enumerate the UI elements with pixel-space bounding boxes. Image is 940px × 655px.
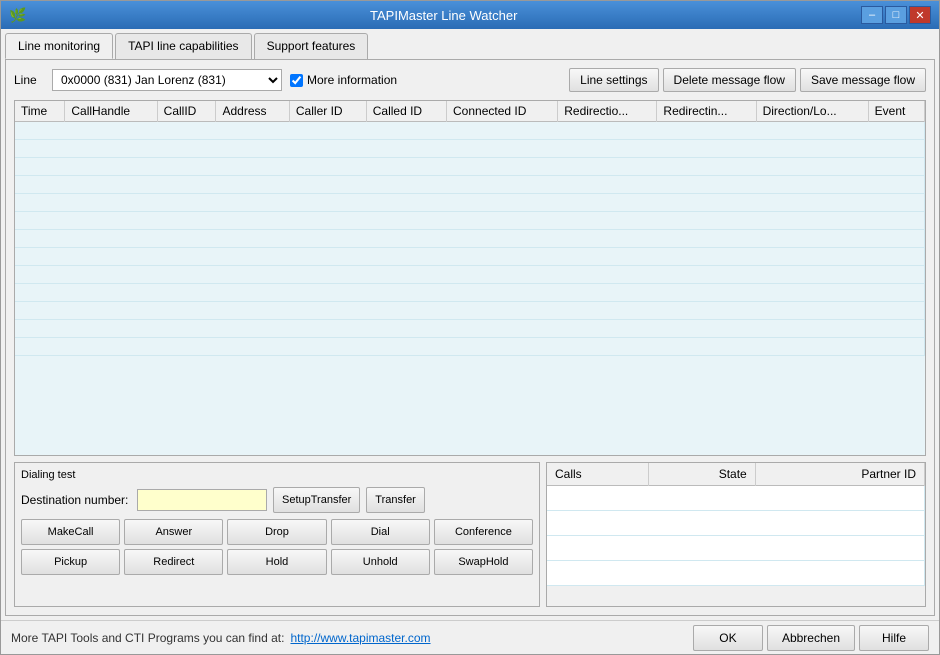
cancel-button[interactable]: Abbrechen (767, 625, 855, 651)
calls-table-header: Calls State Partner ID (547, 463, 925, 486)
col-callhandle: CallHandle (65, 101, 157, 122)
restore-button[interactable]: □ (885, 6, 907, 24)
table-row (547, 511, 925, 536)
footer-link[interactable]: http://www.tapimaster.com (290, 631, 430, 645)
event-table: Time CallHandle CallID Address Caller ID… (15, 101, 925, 356)
col-event: Event (868, 101, 924, 122)
col-direction: Direction/Lo... (756, 101, 868, 122)
calls-header-row: Calls State Partner ID (547, 463, 925, 486)
footer-buttons: OK Abbrechen Hilfe (693, 625, 929, 651)
line-settings-button[interactable]: Line settings (569, 68, 658, 92)
tab-bar: Line monitoring TAPI line capabilities S… (5, 33, 935, 59)
line-row: Line 0x0000 (831) Jan Lorenz (831) More … (14, 68, 926, 92)
dialing-test-panel: Dialing test Destination number: SetupTr… (14, 462, 540, 607)
save-message-flow-button[interactable]: Save message flow (800, 68, 926, 92)
table-row (15, 248, 925, 266)
col-time: Time (15, 101, 65, 122)
footer: More TAPI Tools and CTI Programs you can… (1, 620, 939, 654)
dest-number-label: Destination number: (21, 493, 131, 507)
conference-button[interactable]: Conference (434, 519, 533, 545)
tab-tapi-capabilities[interactable]: TAPI line capabilities (115, 33, 252, 59)
ok-button[interactable]: OK (693, 625, 763, 651)
table-row (15, 212, 925, 230)
table-row (15, 338, 925, 356)
table-row (15, 320, 925, 338)
toolbar-buttons: Line settings Delete message flow Save m… (569, 68, 926, 92)
table-row (15, 266, 925, 284)
event-table-header: Time CallHandle CallID Address Caller ID… (15, 101, 925, 122)
help-button[interactable]: Hilfe (859, 625, 929, 651)
table-row (547, 561, 925, 586)
title-bar: 🌿 TAPIMaster Line Watcher – □ ✕ (1, 1, 939, 29)
unhold-button[interactable]: Unhold (331, 549, 430, 575)
content-area: Line monitoring TAPI line capabilities S… (1, 29, 939, 620)
table-row (15, 140, 925, 158)
setup-transfer-button[interactable]: SetupTransfer (273, 487, 360, 513)
table-row (15, 122, 925, 140)
event-table-container[interactable]: Time CallHandle CallID Address Caller ID… (14, 100, 926, 456)
bottom-section: Dialing test Destination number: SetupTr… (14, 462, 926, 607)
answer-button[interactable]: Answer (124, 519, 223, 545)
window-controls: – □ ✕ (861, 6, 931, 24)
col-partner-id: Partner ID (755, 463, 924, 486)
pickup-button[interactable]: Pickup (21, 549, 120, 575)
col-redirectin: Redirectin... (657, 101, 756, 122)
transfer-button[interactable]: Transfer (366, 487, 425, 513)
table-row (15, 176, 925, 194)
calls-panel: Calls State Partner ID (546, 462, 926, 607)
col-address: Address (216, 101, 289, 122)
more-info-checkbox[interactable] (290, 74, 303, 87)
dial-button[interactable]: Dial (331, 519, 430, 545)
tab-content-line-monitoring: Line 0x0000 (831) Jan Lorenz (831) More … (5, 59, 935, 616)
makecall-button[interactable]: MakeCall (21, 519, 120, 545)
main-table-area: Time CallHandle CallID Address Caller ID… (14, 100, 926, 607)
swaphold-button[interactable]: SwapHold (434, 549, 533, 575)
col-redirectio: Redirectio... (558, 101, 657, 122)
dialing-test-title: Dialing test (21, 469, 533, 481)
event-table-body (15, 122, 925, 356)
table-row (547, 486, 925, 511)
table-row (15, 284, 925, 302)
col-caller-id: Caller ID (289, 101, 366, 122)
more-info-label: More information (307, 73, 397, 87)
table-row (15, 194, 925, 212)
col-callid: CallID (157, 101, 216, 122)
more-info-checkbox-label[interactable]: More information (290, 73, 397, 87)
drop-button[interactable]: Drop (227, 519, 326, 545)
delete-message-flow-button[interactable]: Delete message flow (663, 68, 796, 92)
tab-support-features[interactable]: Support features (254, 33, 369, 59)
table-row (15, 302, 925, 320)
col-calls: Calls (547, 463, 649, 486)
calls-table: Calls State Partner ID (547, 463, 925, 586)
footer-text: More TAPI Tools and CTI Programs you can… (11, 631, 284, 645)
line-label: Line (14, 73, 44, 87)
hold-button[interactable]: Hold (227, 549, 326, 575)
col-state: State (649, 463, 755, 486)
close-button[interactable]: ✕ (909, 6, 931, 24)
tab-line-monitoring[interactable]: Line monitoring (5, 33, 113, 59)
table-row (15, 230, 925, 248)
header-row: Time CallHandle CallID Address Caller ID… (15, 101, 925, 122)
table-row (15, 158, 925, 176)
minimize-button[interactable]: – (861, 6, 883, 24)
calls-table-body (547, 486, 925, 586)
redirect-button[interactable]: Redirect (124, 549, 223, 575)
col-called-id: Called ID (366, 101, 446, 122)
col-connected-id: Connected ID (447, 101, 558, 122)
window-icon: 🌿 (9, 7, 26, 24)
line-select[interactable]: 0x0000 (831) Jan Lorenz (831) (52, 69, 282, 91)
main-window: 🌿 TAPIMaster Line Watcher – □ ✕ Line mon… (0, 0, 940, 655)
table-row (547, 536, 925, 561)
destination-row: Destination number: SetupTransfer Transf… (21, 487, 533, 513)
window-title: TAPIMaster Line Watcher (26, 8, 861, 23)
dest-number-input[interactable] (137, 489, 267, 511)
